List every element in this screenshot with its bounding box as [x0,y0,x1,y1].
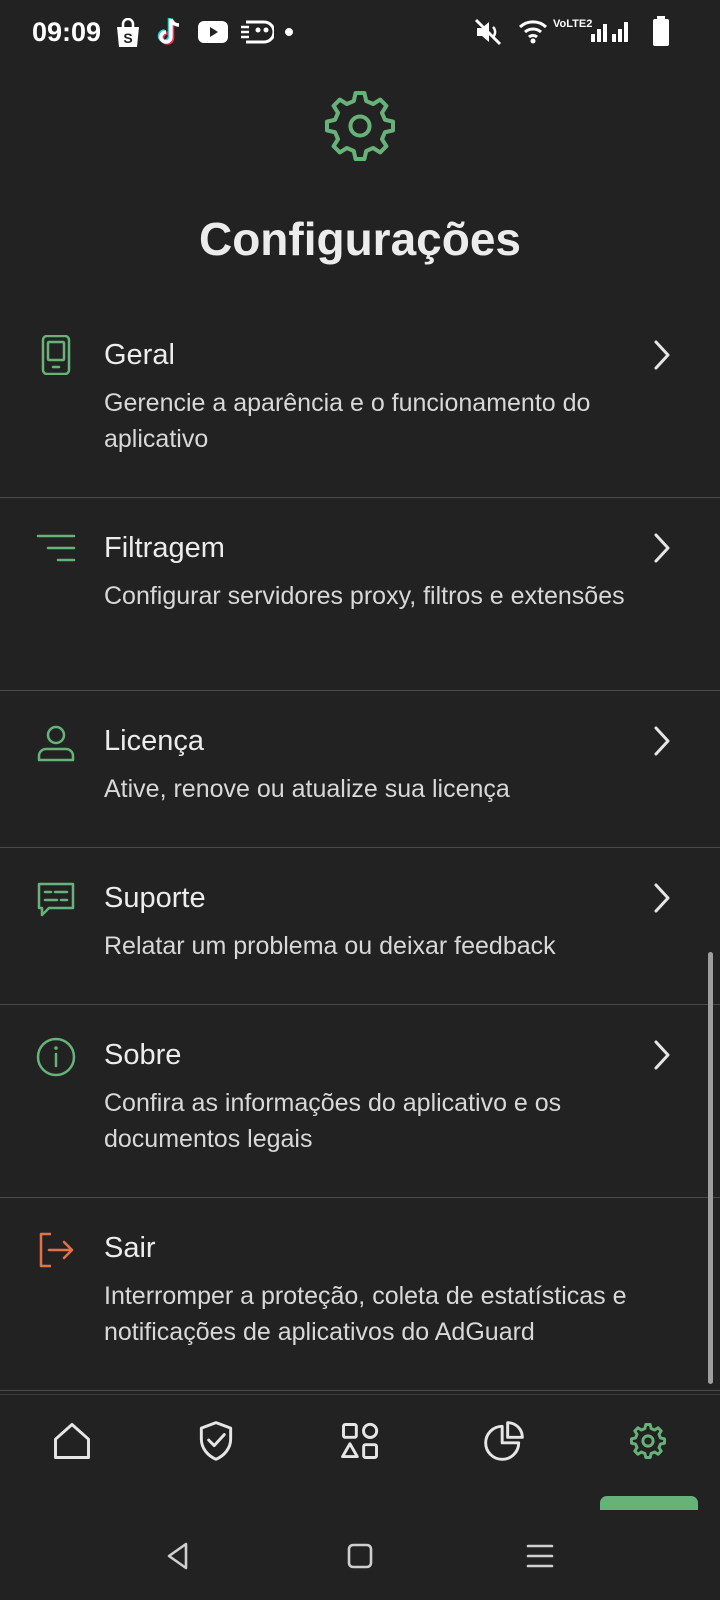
apps-icon [341,1422,379,1459]
shopping-bag-icon: S [117,18,139,47]
nav-protection[interactable] [144,1395,288,1503]
settings-item-description: Relatar um problema ou deixar feedback [104,932,556,960]
filter-icon [36,534,76,562]
settings-item-description: Ative, renove ou atualize sua licença [104,775,510,803]
settings-list: Geral Gerencie a aparência e o funcionam… [0,305,720,1391]
mute-icon [474,18,502,46]
home-icon [54,1423,90,1459]
chevron-right-icon [654,726,670,756]
chevron-right-icon [654,883,670,913]
active-tab-indicator [600,1496,698,1510]
status-bar: 09:09 S VoLTE2 [0,0,720,64]
chevron-right-icon [654,1040,670,1070]
info-icon [36,1037,76,1077]
home-button-icon[interactable] [344,1540,376,1572]
exit-icon [39,1232,74,1268]
volte-label: VoLTE2 [553,18,593,30]
user-icon [37,725,75,762]
nav-apps[interactable] [288,1395,432,1503]
bottom-nav [0,1394,720,1502]
settings-item-title: Filtragem [104,532,225,564]
settings-item-description: Interromper a proteção, coleta de estatí… [104,1282,627,1346]
wifi-icon [518,20,548,44]
settings-item-title: Sobre [104,1039,182,1071]
settings-item-about[interactable]: Sobre Confira as informações do aplicati… [0,1005,720,1198]
page-title: Configurações [198,213,522,265]
signal-icon [591,22,628,42]
settings-item-support[interactable]: Suporte Relatar um problema ou deixar fe… [0,848,720,1005]
settings-item-filtering[interactable]: Filtragem Configurar servidores proxy, f… [0,498,720,691]
notification-dot [285,28,293,36]
settings-screen: 09:09 S VoLTE2 Configurações Geral Geren… [0,0,720,1600]
settings-item-title: Suporte [104,882,206,914]
chevron-right-icon [654,340,670,370]
settings-item-exit[interactable]: Sair Interromper a proteção, coleta de e… [0,1198,720,1391]
recents-icon[interactable] [524,1540,556,1572]
battery-icon [653,16,669,46]
status-time: 09:09 [32,17,102,47]
chat-icon [37,882,75,917]
shield-check-icon [199,1421,233,1461]
scrollbar[interactable] [708,952,713,1384]
settings-item-description: Configurar servidores proxy, filtros e e… [104,582,625,610]
nav-statistics[interactable] [432,1395,576,1503]
settings-item-title: Sair [104,1232,156,1264]
settings-item-general[interactable]: Geral Gerencie a aparência e o funcionam… [0,305,720,498]
nav-settings[interactable] [576,1395,720,1503]
nav-home[interactable] [0,1395,144,1503]
tiktok-icon [157,18,180,45]
svg-text:S: S [123,30,132,46]
gear-icon [324,90,396,162]
settings-item-description: Confira as informações do aplicativo e o… [104,1089,562,1153]
settings-item-title: Licença [104,725,204,757]
chevron-right-icon [654,533,670,563]
back-icon[interactable] [162,1540,194,1572]
mask-icon [241,20,274,44]
system-navigation-bar [0,1510,720,1600]
gear-icon [630,1423,666,1459]
settings-item-license[interactable]: Licença Ative, renove ou atualize sua li… [0,691,720,848]
phone-icon [41,335,71,375]
youtube-icon [198,21,228,43]
pie-chart-icon [484,1421,524,1461]
settings-item-description: Gerencie a aparência e o funcionamento d… [104,389,591,453]
settings-item-title: Geral [104,339,175,371]
